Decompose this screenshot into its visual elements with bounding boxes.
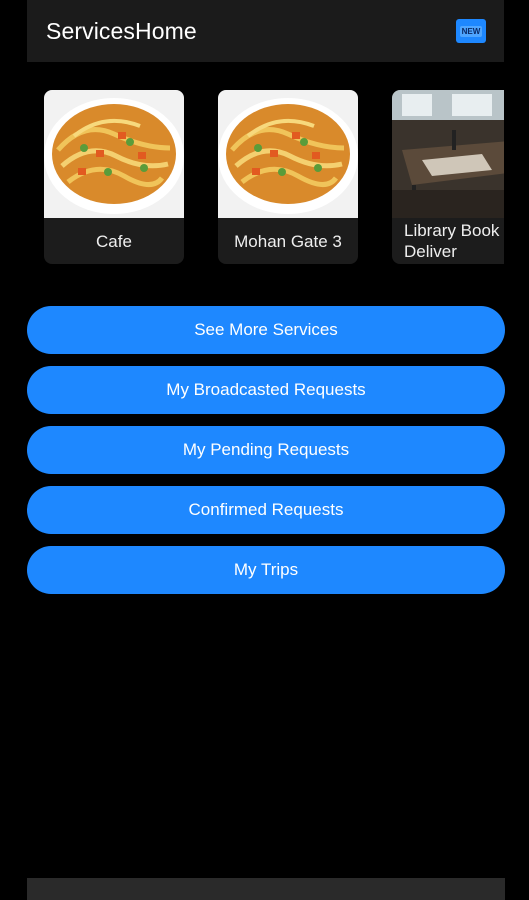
page-title: ServicesHome [46, 17, 197, 44]
library-icon [392, 90, 504, 218]
app-bar: ServicesHome NEW [27, 0, 504, 62]
new-badge-label: NEW [459, 25, 483, 37]
noodles-icon [218, 90, 358, 218]
service-card-label: Mohan Gate 3 [234, 231, 342, 251]
noodles-icon [44, 90, 184, 218]
service-card-label: Library Book Deliver [404, 221, 500, 261]
new-badge-icon[interactable]: NEW [456, 19, 486, 43]
services-carousel[interactable]: Cafe Mohan Gate 3 Library Book Deliver [44, 90, 504, 266]
my-trips-button[interactable]: My Trips [27, 546, 505, 594]
confirmed-requests-button[interactable]: Confirmed Requests [27, 486, 505, 534]
service-card-library[interactable]: Library Book Deliver [392, 90, 504, 264]
service-card-mohan-gate[interactable]: Mohan Gate 3 [218, 90, 358, 264]
action-buttons: See More Services My Broadcasted Request… [27, 306, 505, 606]
service-card-label: Cafe [96, 231, 132, 251]
pending-requests-button[interactable]: My Pending Requests [27, 426, 505, 474]
broadcasted-requests-button[interactable]: My Broadcasted Requests [27, 366, 505, 414]
bottom-bar [27, 878, 505, 900]
see-more-services-button[interactable]: See More Services [27, 306, 505, 354]
service-card-cafe[interactable]: Cafe [44, 90, 184, 264]
